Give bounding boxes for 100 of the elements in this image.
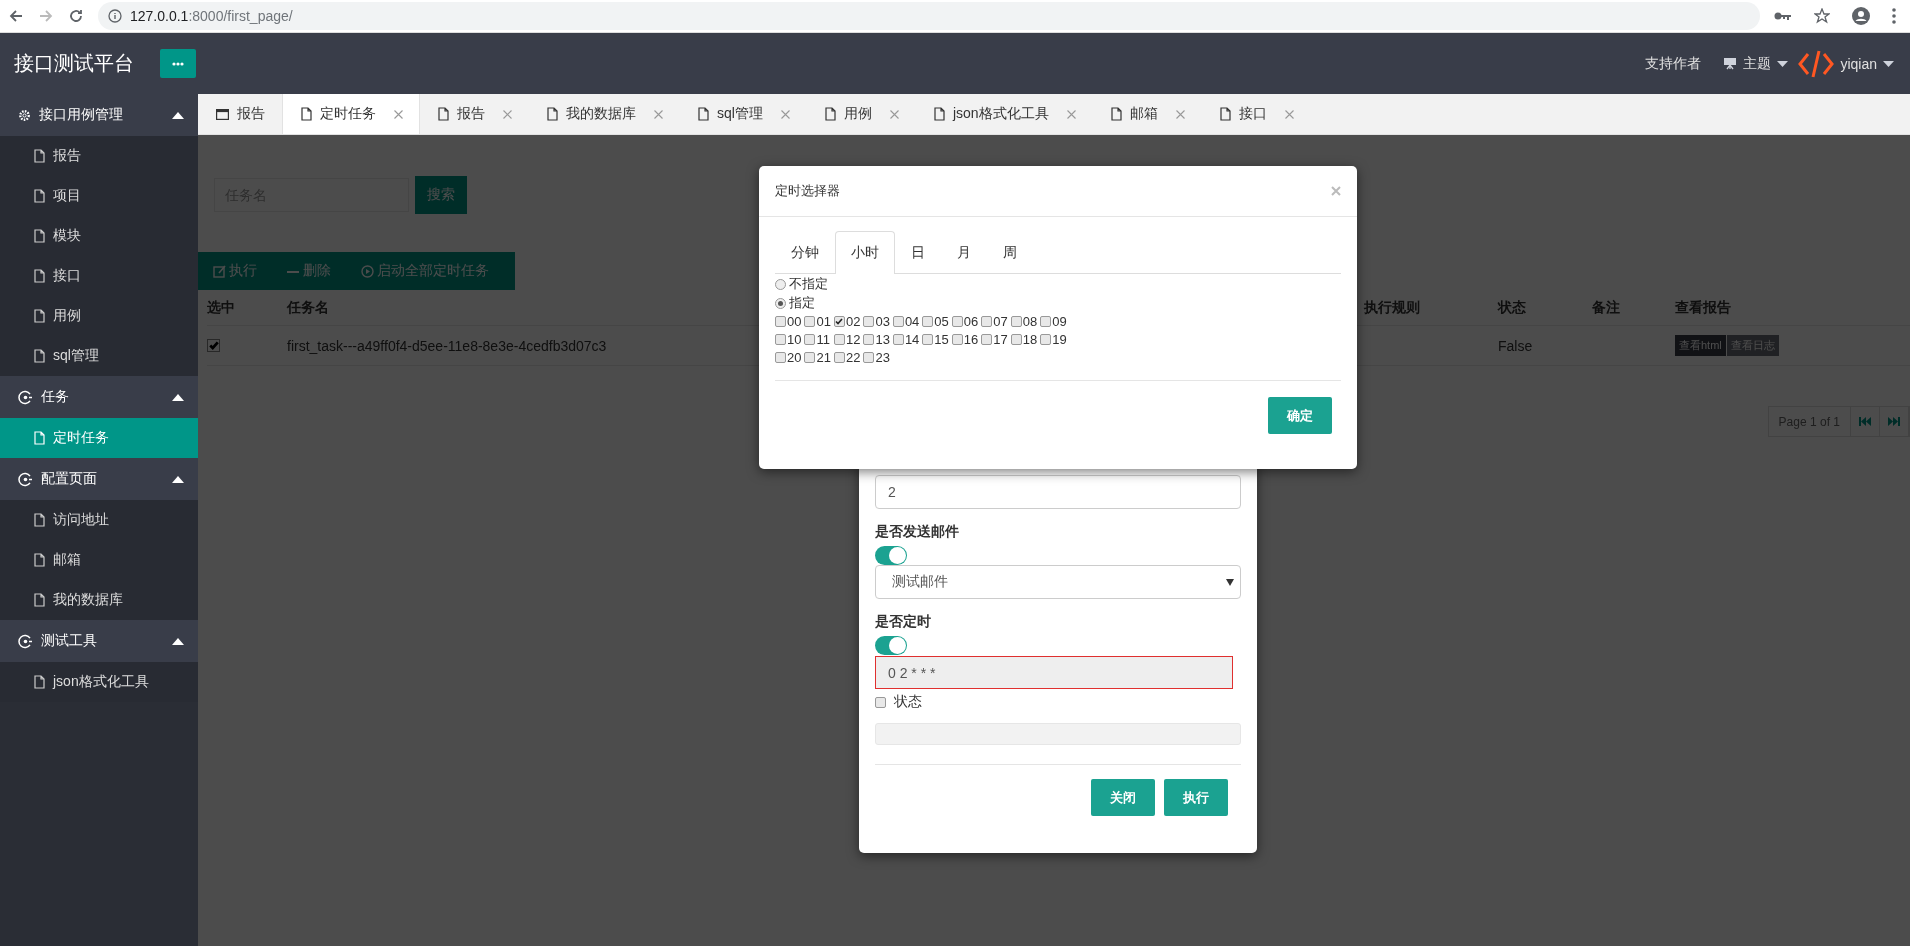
checkbox[interactable]	[1010, 315, 1022, 327]
tab[interactable]: json格式化工具	[915, 94, 1093, 134]
checkbox-label: 22	[845, 349, 861, 365]
close-icon[interactable]	[1284, 109, 1294, 119]
dialog-title: 定时选择器	[775, 182, 840, 200]
checkbox[interactable]	[1010, 333, 1022, 345]
checkbox-label: 21	[816, 349, 831, 365]
checkbox[interactable]	[833, 351, 845, 363]
sidebar-group[interactable]: 配置页面	[0, 458, 198, 500]
tab[interactable]: sql管理	[680, 94, 807, 134]
theme-menu[interactable]: 主题	[1723, 54, 1789, 73]
checkbox[interactable]	[922, 333, 934, 345]
tab[interactable]: 月	[941, 231, 987, 274]
tab[interactable]: 邮箱	[1092, 94, 1202, 134]
checkbox[interactable]	[863, 351, 875, 363]
checkbox[interactable]	[775, 315, 786, 327]
tab[interactable]: 日	[895, 231, 941, 274]
checkbox-label: 13	[875, 331, 890, 347]
tab[interactable]: 周	[987, 231, 1033, 274]
close-icon[interactable]	[394, 109, 403, 119]
document-icon	[301, 107, 312, 121]
close-icon[interactable]	[889, 109, 899, 119]
tab[interactable]: 用例	[806, 94, 916, 134]
tab[interactable]: 定时任务	[282, 94, 420, 134]
support-link[interactable]: 支持作者	[1645, 54, 1702, 73]
checkbox[interactable]	[1040, 315, 1052, 327]
target-icon	[18, 471, 33, 487]
toggle-switch[interactable]	[875, 546, 907, 565]
tab[interactable]: 小时	[835, 231, 895, 274]
checkbox[interactable]	[981, 315, 993, 327]
sidebar-group[interactable]: 接口用例管理	[0, 94, 198, 136]
document-icon	[34, 593, 45, 607]
checkbox-label: 08	[1022, 313, 1038, 329]
checkbox[interactable]	[951, 333, 963, 345]
checkbox[interactable]	[833, 315, 845, 327]
checkbox-label: 20	[787, 349, 802, 365]
select-field[interactable]: 测试邮件	[875, 565, 1241, 599]
document-icon	[824, 107, 836, 121]
tab[interactable]: 接口	[1201, 94, 1311, 134]
checkbox[interactable]	[892, 315, 904, 327]
checkbox-label: 04	[904, 313, 920, 329]
checkbox[interactable]	[804, 351, 816, 363]
checkbox-label: 10	[787, 331, 802, 347]
document-icon	[1219, 107, 1231, 121]
checkbox[interactable]	[775, 351, 786, 363]
more-vertical-icon[interactable]	[1892, 8, 1896, 24]
document-icon	[34, 349, 45, 363]
input-field[interactable]	[875, 723, 1241, 745]
menu-button[interactable]	[160, 49, 196, 78]
account-icon[interactable]	[1852, 7, 1870, 25]
close-icon[interactable]	[1331, 186, 1341, 196]
checkbox[interactable]	[875, 696, 886, 708]
tab[interactable]: 分钟	[775, 231, 835, 274]
input-field[interactable]: 0 2 * * *	[875, 656, 1233, 689]
checkbox[interactable]	[863, 333, 875, 345]
radio-label: 不指定	[789, 275, 828, 293]
tab[interactable]: 我的数据库	[529, 94, 680, 134]
user-menu[interactable]: yiqian	[1798, 49, 1894, 78]
checkbox[interactable]	[981, 333, 993, 345]
document-icon	[34, 149, 45, 163]
column-header: 任务名	[287, 298, 329, 317]
sidebar-item[interactable]: 定时任务	[0, 418, 198, 458]
checkbox[interactable]	[804, 315, 816, 327]
checkbox-label: 23	[875, 349, 890, 365]
document-icon	[34, 269, 45, 283]
address-bar[interactable]: 127.0.0.1:8000/first_page/	[98, 2, 1760, 30]
url-host: 127.0.0.1	[130, 8, 189, 24]
checkbox[interactable]	[863, 315, 875, 327]
checkbox[interactable]	[775, 333, 786, 345]
checkbox[interactable]	[804, 333, 816, 345]
checkbox-label: 12	[845, 331, 861, 347]
document-icon	[933, 107, 945, 121]
radio-button[interactable]	[775, 278, 786, 290]
checkbox[interactable]	[922, 315, 934, 327]
tab[interactable]: 报告	[198, 94, 282, 134]
back-icon[interactable]	[8, 8, 24, 24]
document-icon	[34, 189, 45, 203]
document-icon	[34, 513, 45, 527]
sidebar-group[interactable]: 任务	[0, 376, 198, 418]
caret-down-icon	[1226, 578, 1234, 586]
document-icon	[34, 431, 45, 445]
close-icon[interactable]	[654, 109, 663, 119]
key-icon[interactable]	[1774, 11, 1792, 21]
close-icon[interactable]	[1066, 109, 1076, 119]
radio-button[interactable]	[775, 297, 786, 309]
reload-icon[interactable]	[68, 8, 84, 24]
checkbox[interactable]	[833, 333, 845, 345]
checkbox-label: 状态	[894, 693, 922, 711]
input-field[interactable]: 2	[875, 475, 1241, 509]
close-icon[interactable]	[780, 109, 790, 119]
close-icon[interactable]	[1175, 109, 1185, 119]
star-icon[interactable]	[1814, 8, 1830, 24]
checkbox[interactable]	[892, 333, 904, 345]
tab[interactable]: 报告	[420, 94, 529, 134]
column-header: 状态	[1498, 298, 1526, 317]
checkbox[interactable]	[1040, 333, 1052, 345]
toggle-switch[interactable]	[875, 636, 907, 655]
close-icon[interactable]	[503, 109, 512, 119]
sidebar-group[interactable]: 测试工具	[0, 620, 198, 662]
checkbox[interactable]	[951, 315, 963, 327]
